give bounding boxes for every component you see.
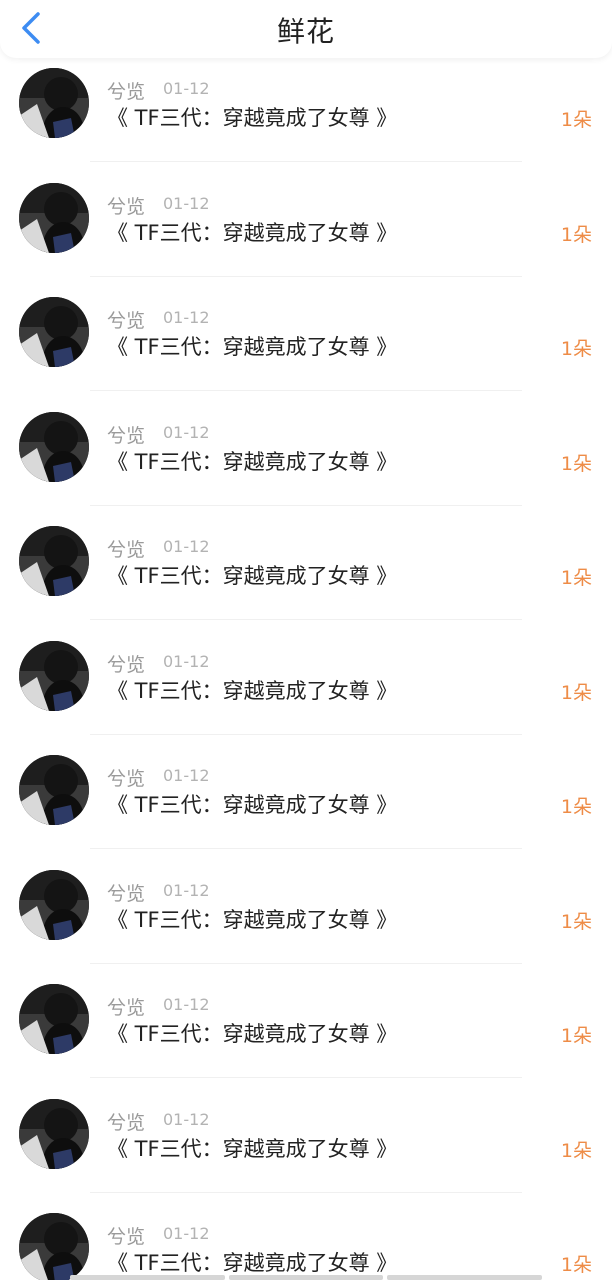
avatar[interactable] [19,526,89,596]
book-title[interactable]: 《 TF三代：穿越竟成了女尊 》 [107,1247,397,1277]
avatar[interactable] [19,411,89,482]
item-date: 01-12 [163,79,210,98]
avatar[interactable] [19,182,89,253]
row-divider [90,848,522,849]
user-name[interactable]: 兮览 [107,421,145,448]
scroll-segment [228,1275,384,1280]
item-date: 01-12 [163,1109,210,1129]
item-date: 01-12 [163,308,210,327]
item-date: 01-12 [163,1224,210,1243]
row-divider [90,390,522,391]
book-title[interactable]: 《 TF三代：穿越竟成了女尊 》 [107,102,397,132]
row-divider [90,1077,522,1078]
list-item[interactable]: 兮览 01-12 《 TF三代：穿越竟成了女尊 》 1朵 [0,175,612,290]
user-name[interactable]: 兮览 [107,1108,145,1135]
item-date: 01-12 [163,537,210,556]
book-title[interactable]: 《 TF三代：穿越竟成了女尊 》 [107,217,397,247]
item-date: 01-12 [163,766,210,785]
row-divider [90,161,522,162]
list-item[interactable]: 兮览 01-12 《 TF三代：穿越竟成了女尊 》 1朵 [0,518,612,633]
list-item[interactable]: 兮览 01-12 《 TF三代：穿越竟成了女尊 》 1朵 [0,862,612,977]
user-name[interactable]: 兮览 [107,535,145,562]
avatar[interactable] [19,1213,89,1280]
scroll-segment [70,1275,225,1280]
list-item[interactable]: 兮览 01-12 《 TF三代：穿越竟成了女尊 》 1朵 [0,747,612,862]
avatar[interactable] [19,755,89,825]
user-name[interactable]: 兮览 [107,993,145,1020]
user-name[interactable]: 兮览 [107,879,145,906]
book-title[interactable]: 《 TF三代：穿越竟成了女尊 》 [107,446,397,476]
book-title[interactable]: 《 TF三代：穿越竟成了女尊 》 [107,560,397,590]
avatar[interactable] [19,68,89,138]
flower-count: 1朵 [560,338,592,360]
row-divider [90,619,522,620]
list-item[interactable]: 兮览 01-12 《 TF三代：穿越竟成了女尊 》 1朵 [0,289,612,404]
flower-count: 1朵 [560,567,592,589]
list-item[interactable]: 兮览 01-12 《 TF三代：穿越竟成了女尊 》 1朵 [0,1091,612,1206]
user-name[interactable]: 兮览 [107,306,145,333]
user-name[interactable]: 兮览 [107,764,145,791]
avatar[interactable] [19,1098,89,1169]
flower-count: 1朵 [560,1139,592,1162]
row-divider [90,275,522,277]
screen: 鲜花 兮览 01-12 《 TF三代：穿越竟成了女尊 》 1朵 兮览 01-12… [0,0,612,1280]
item-date: 01-12 [163,422,210,442]
item-date: 01-12 [163,880,210,900]
list-item[interactable]: 兮览 01-12 《 TF三代：穿越竟成了女尊 》 1朵 [0,1205,612,1280]
page-title: 鲜花 [276,15,335,48]
item-date: 01-12 [163,651,210,671]
book-title[interactable]: 《 TF三代：穿越竟成了女尊 》 [107,789,397,819]
row-divider [90,1191,522,1193]
avatar[interactable] [19,297,89,367]
user-name[interactable]: 兮览 [107,192,145,219]
flower-count: 1朵 [560,681,592,704]
user-name[interactable]: 兮览 [107,77,145,104]
list-item[interactable]: 兮览 01-12 《 TF三代：穿越竟成了女尊 》 1朵 [0,976,612,1091]
list-item[interactable]: 兮览 01-12 《 TF三代：穿越竟成了女尊 》 1朵 [0,60,612,175]
flower-count: 1朵 [560,1025,592,1047]
user-name[interactable]: 兮览 [107,1222,145,1249]
row-divider [90,962,522,964]
flower-count: 1朵 [560,796,592,818]
flower-count: 1朵 [560,109,592,131]
row-divider [90,733,522,735]
avatar[interactable] [19,869,89,940]
avatar[interactable] [19,640,89,711]
book-title[interactable]: 《 TF三代：穿越竟成了女尊 》 [107,675,397,705]
flower-count: 1朵 [560,223,592,246]
flower-count: 1朵 [560,452,592,475]
user-name[interactable]: 兮览 [107,650,145,677]
row-divider [90,504,522,506]
book-title[interactable]: 《 TF三代：穿越竟成了女尊 》 [107,1133,397,1163]
item-date: 01-12 [163,995,210,1014]
flower-count: 1朵 [560,1254,592,1276]
header: 鲜花 [0,0,612,58]
book-title[interactable]: 《 TF三代：穿越竟成了女尊 》 [107,1018,397,1048]
bottom-scroll-indicator [70,1275,543,1280]
flower-list: 兮览 01-12 《 TF三代：穿越竟成了女尊 》 1朵 兮览 01-12 《 … [0,60,612,1280]
list-item[interactable]: 兮览 01-12 《 TF三代：穿越竟成了女尊 》 1朵 [0,633,612,748]
scroll-segment [387,1275,543,1280]
book-title[interactable]: 《 TF三代：穿越竟成了女尊 》 [107,904,397,934]
avatar[interactable] [19,984,89,1054]
list-item[interactable]: 兮览 01-12 《 TF三代：穿越竟成了女尊 》 1朵 [0,404,612,519]
flower-count: 1朵 [560,910,592,933]
book-title[interactable]: 《 TF三代：穿越竟成了女尊 》 [107,331,397,361]
item-date: 01-12 [163,193,210,213]
